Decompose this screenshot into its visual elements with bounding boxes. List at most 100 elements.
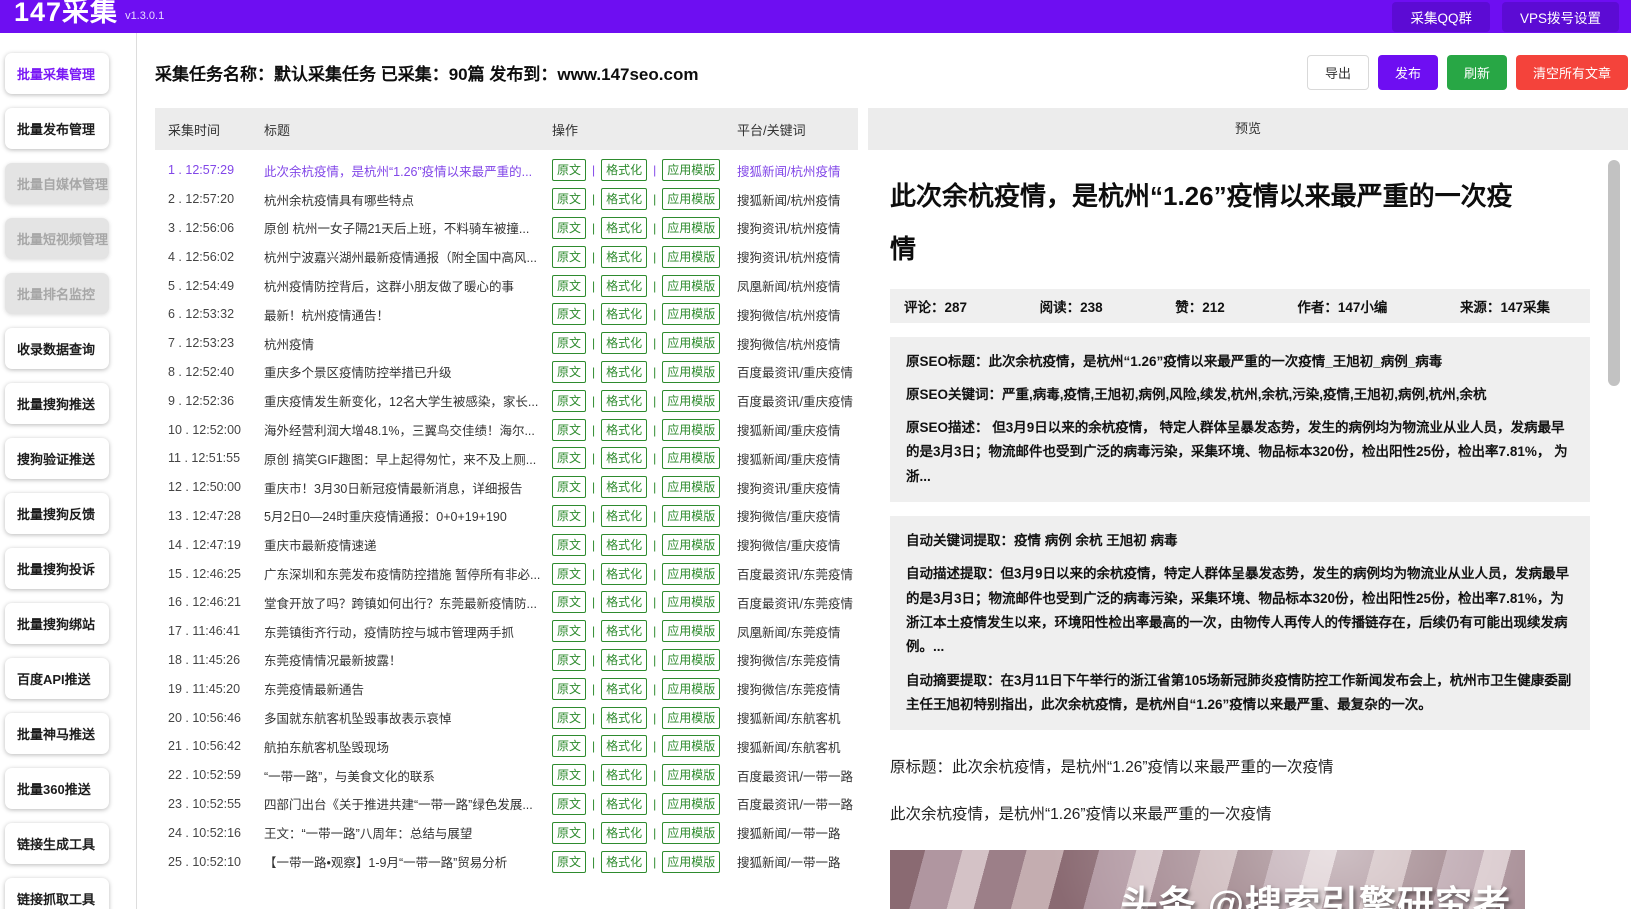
original-text-button[interactable]: 原文 xyxy=(552,649,586,671)
apply-template-button[interactable]: 应用模版 xyxy=(662,447,720,469)
apply-template-button[interactable]: 应用模版 xyxy=(662,419,720,441)
table-row[interactable]: 3 . 12:56:06 原创 杭州一女子隔21天后上班，不料骑车被撞... 原… xyxy=(155,214,858,243)
table-row[interactable]: 4 . 12:56:02 杭州宁波嘉兴湖州最新疫情通报（附全国中高风... 原文… xyxy=(155,242,858,271)
table-row[interactable]: 18 . 11:45:26 东莞疫情情况最新披露！ 原文 | 格式化 | 应用模… xyxy=(155,646,858,675)
table-row[interactable]: 22 . 10:52:59 “一带一路”，与美食文化的联系 原文 | 格式化 |… xyxy=(155,761,858,790)
export-button[interactable]: 导出 xyxy=(1307,55,1369,90)
original-text-button[interactable]: 原文 xyxy=(552,188,586,210)
table-row[interactable]: 1 . 12:57:29 此次余杭疫情，是杭州“1.26”疫情以来最严重的...… xyxy=(155,156,858,185)
original-text-button[interactable]: 原文 xyxy=(552,332,586,354)
format-button[interactable]: 格式化 xyxy=(601,591,647,613)
apply-template-button[interactable]: 应用模版 xyxy=(662,591,720,613)
original-text-button[interactable]: 原文 xyxy=(552,361,586,383)
format-button[interactable]: 格式化 xyxy=(601,361,647,383)
original-text-button[interactable]: 原文 xyxy=(552,822,586,844)
sidebar-item[interactable]: 链接抓取工具 xyxy=(5,878,109,909)
table-row[interactable]: 25 . 10:52:10 【一带一路•观察】1-9月“一带一路”贸易分析 原文… xyxy=(155,847,858,876)
format-button[interactable]: 格式化 xyxy=(601,534,647,556)
sidebar-item[interactable]: 批量发布管理 xyxy=(5,108,109,149)
table-row[interactable]: 19 . 11:45:20 东莞疫情最新通告 原文 | 格式化 | 应用模版 搜… xyxy=(155,674,858,703)
vps-dial-settings-button[interactable]: VPS拨号设置 xyxy=(1502,2,1619,32)
apply-template-button[interactable]: 应用模版 xyxy=(662,361,720,383)
original-text-button[interactable]: 原文 xyxy=(552,735,586,757)
apply-template-button[interactable]: 应用模版 xyxy=(662,534,720,556)
sidebar-item[interactable]: 批量排名监控 xyxy=(5,273,109,314)
table-row[interactable]: 24 . 10:52:16 王文：“一带一路”八周年：总结与展望 原文 | 格式… xyxy=(155,818,858,847)
table-row[interactable]: 17 . 11:46:41 东莞镇街齐行动，疫情防控与城市管理两手抓 原文 | … xyxy=(155,617,858,646)
original-text-button[interactable]: 原文 xyxy=(552,447,586,469)
original-text-button[interactable]: 原文 xyxy=(552,275,586,297)
original-text-button[interactable]: 原文 xyxy=(552,419,586,441)
sidebar-item[interactable]: 批量搜狗推送 xyxy=(5,383,109,424)
apply-template-button[interactable]: 应用模版 xyxy=(662,735,720,757)
format-button[interactable]: 格式化 xyxy=(601,419,647,441)
format-button[interactable]: 格式化 xyxy=(601,505,647,527)
format-button[interactable]: 格式化 xyxy=(601,764,647,786)
table-row[interactable]: 5 . 12:54:49 杭州疫情防控背后，这群小朋友做了暖心的事 原文 | 格… xyxy=(155,271,858,300)
format-button[interactable]: 格式化 xyxy=(601,620,647,642)
apply-template-button[interactable]: 应用模版 xyxy=(662,505,720,527)
sidebar-item[interactable]: 批量短视频管理 xyxy=(5,218,109,259)
format-button[interactable]: 格式化 xyxy=(601,851,647,873)
clear-all-articles-button[interactable]: 清空所有文章 xyxy=(1516,55,1628,90)
format-button[interactable]: 格式化 xyxy=(601,735,647,757)
original-text-button[interactable]: 原文 xyxy=(552,707,586,729)
format-button[interactable]: 格式化 xyxy=(601,563,647,585)
format-button[interactable]: 格式化 xyxy=(601,159,647,181)
apply-template-button[interactable]: 应用模版 xyxy=(662,793,720,815)
table-row[interactable]: 2 . 12:57:20 杭州余杭疫情具有哪些特点 原文 | 格式化 | 应用模… xyxy=(155,185,858,214)
original-text-button[interactable]: 原文 xyxy=(552,390,586,412)
apply-template-button[interactable]: 应用模版 xyxy=(662,707,720,729)
table-row[interactable]: 6 . 12:53:32 最新！杭州疫情通告！ 原文 | 格式化 | 应用模版 … xyxy=(155,300,858,329)
apply-template-button[interactable]: 应用模版 xyxy=(662,822,720,844)
apply-template-button[interactable]: 应用模版 xyxy=(662,390,720,412)
original-text-button[interactable]: 原文 xyxy=(552,563,586,585)
table-row[interactable]: 23 . 10:52:55 四部门出台《关于推进共建“一带一路”绿色发展... … xyxy=(155,790,858,819)
original-text-button[interactable]: 原文 xyxy=(552,851,586,873)
original-text-button[interactable]: 原文 xyxy=(552,678,586,700)
table-row[interactable]: 12 . 12:50:00 重庆市！3月30日新冠疫情最新消息，详细报告 原文 … xyxy=(155,473,858,502)
sidebar-item[interactable]: 百度API推送 xyxy=(5,658,109,699)
original-text-button[interactable]: 原文 xyxy=(552,476,586,498)
sidebar-item[interactable]: 链接生成工具 xyxy=(5,823,109,864)
sidebar-item[interactable]: 批量360推送 xyxy=(5,768,109,809)
table-row[interactable]: 21 . 10:56:42 航拍东航客机坠毁现场 原文 | 格式化 | 应用模版… xyxy=(155,732,858,761)
sidebar-item[interactable]: 搜狗验证推送 xyxy=(5,438,109,479)
format-button[interactable]: 格式化 xyxy=(601,390,647,412)
table-row[interactable]: 10 . 12:52:00 海外经营利润大增48.1%，三翼鸟交佳绩！海尔...… xyxy=(155,415,858,444)
original-text-button[interactable]: 原文 xyxy=(552,505,586,527)
publish-button[interactable]: 发布 xyxy=(1378,55,1438,90)
original-text-button[interactable]: 原文 xyxy=(552,217,586,239)
refresh-button[interactable]: 刷新 xyxy=(1447,55,1507,90)
format-button[interactable]: 格式化 xyxy=(601,303,647,325)
table-row[interactable]: 16 . 12:46:21 堂食开放了吗？跨镇如何出行？东莞最新疫情防... 原… xyxy=(155,588,858,617)
table-row[interactable]: 15 . 12:46:25 广东深圳和东莞发布疫情防控措施 暂停所有非必... … xyxy=(155,559,858,588)
apply-template-button[interactable]: 应用模版 xyxy=(662,275,720,297)
qq-group-button[interactable]: 采集QQ群 xyxy=(1392,2,1490,32)
table-row[interactable]: 8 . 12:52:40 重庆多个景区疫情防控举措已升级 原文 | 格式化 | … xyxy=(155,358,858,387)
original-text-button[interactable]: 原文 xyxy=(552,591,586,613)
original-text-button[interactable]: 原文 xyxy=(552,764,586,786)
apply-template-button[interactable]: 应用模版 xyxy=(662,303,720,325)
apply-template-button[interactable]: 应用模版 xyxy=(662,620,720,642)
table-row[interactable]: 13 . 12:47:28 5月2日0—24时重庆疫情通报：0+0+19+190… xyxy=(155,502,858,531)
apply-template-button[interactable]: 应用模版 xyxy=(662,188,720,210)
original-text-button[interactable]: 原文 xyxy=(552,159,586,181)
original-text-button[interactable]: 原文 xyxy=(552,793,586,815)
format-button[interactable]: 格式化 xyxy=(601,332,647,354)
table-row[interactable]: 14 . 12:47:19 重庆市最新疫情速递 原文 | 格式化 | 应用模版 … xyxy=(155,530,858,559)
format-button[interactable]: 格式化 xyxy=(601,275,647,297)
format-button[interactable]: 格式化 xyxy=(601,707,647,729)
format-button[interactable]: 格式化 xyxy=(601,649,647,671)
original-text-button[interactable]: 原文 xyxy=(552,620,586,642)
sidebar-item[interactable]: 批量搜狗反馈 xyxy=(5,493,109,534)
format-button[interactable]: 格式化 xyxy=(601,476,647,498)
format-button[interactable]: 格式化 xyxy=(601,822,647,844)
apply-template-button[interactable]: 应用模版 xyxy=(662,563,720,585)
preview-scrollbar-thumb[interactable] xyxy=(1608,160,1620,386)
format-button[interactable]: 格式化 xyxy=(601,678,647,700)
table-row[interactable]: 20 . 10:56:46 多国就东航客机坠毁事故表示哀悼 原文 | 格式化 |… xyxy=(155,703,858,732)
apply-template-button[interactable]: 应用模版 xyxy=(662,476,720,498)
sidebar-item[interactable]: 收录数据查询 xyxy=(5,328,109,369)
original-text-button[interactable]: 原文 xyxy=(552,303,586,325)
